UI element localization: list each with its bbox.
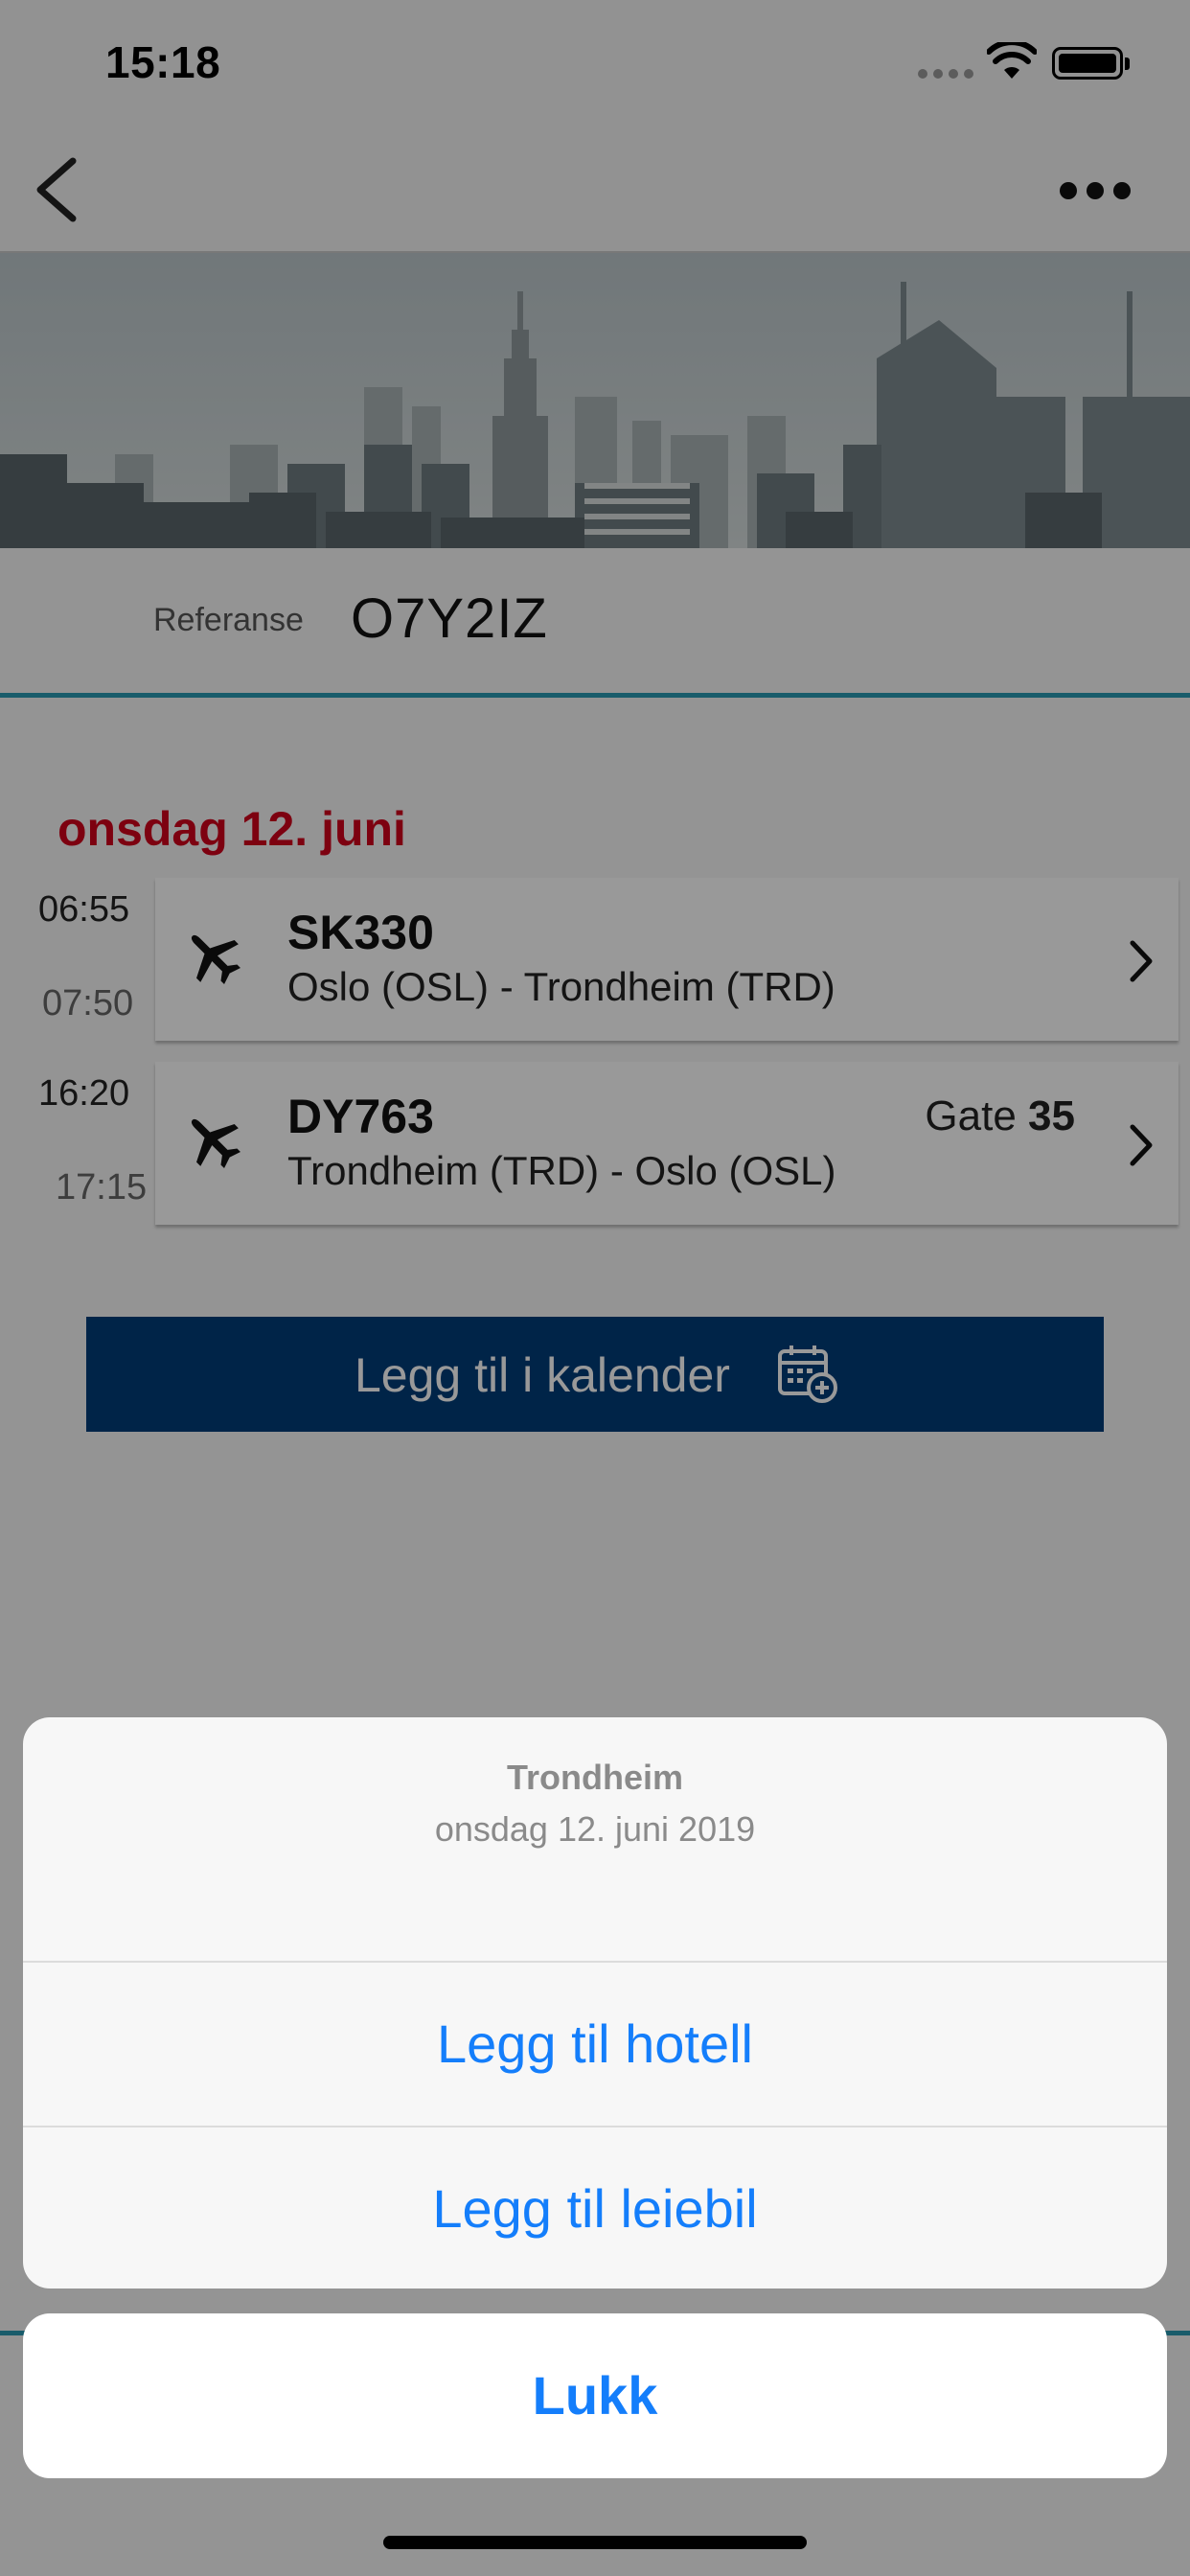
close-button[interactable]: Lukk [23,2313,1167,2478]
add-rental-car-button[interactable]: Legg til leiebil [23,2128,1167,2288]
action-sheet: Trondheim onsdag 12. juni 2019 Legg til … [23,1717,1167,2288]
screen: 15:18 Referanse O7Y2IZ onsdag 12. juni 0… [0,0,1190,2576]
add-hotel-button[interactable]: Legg til hotell [23,1963,1167,2126]
action-sheet-subtitle: onsdag 12. juni 2019 [434,1809,756,1849]
action-sheet-title: Trondheim [506,1758,683,1797]
home-indicator[interactable] [383,2536,807,2549]
